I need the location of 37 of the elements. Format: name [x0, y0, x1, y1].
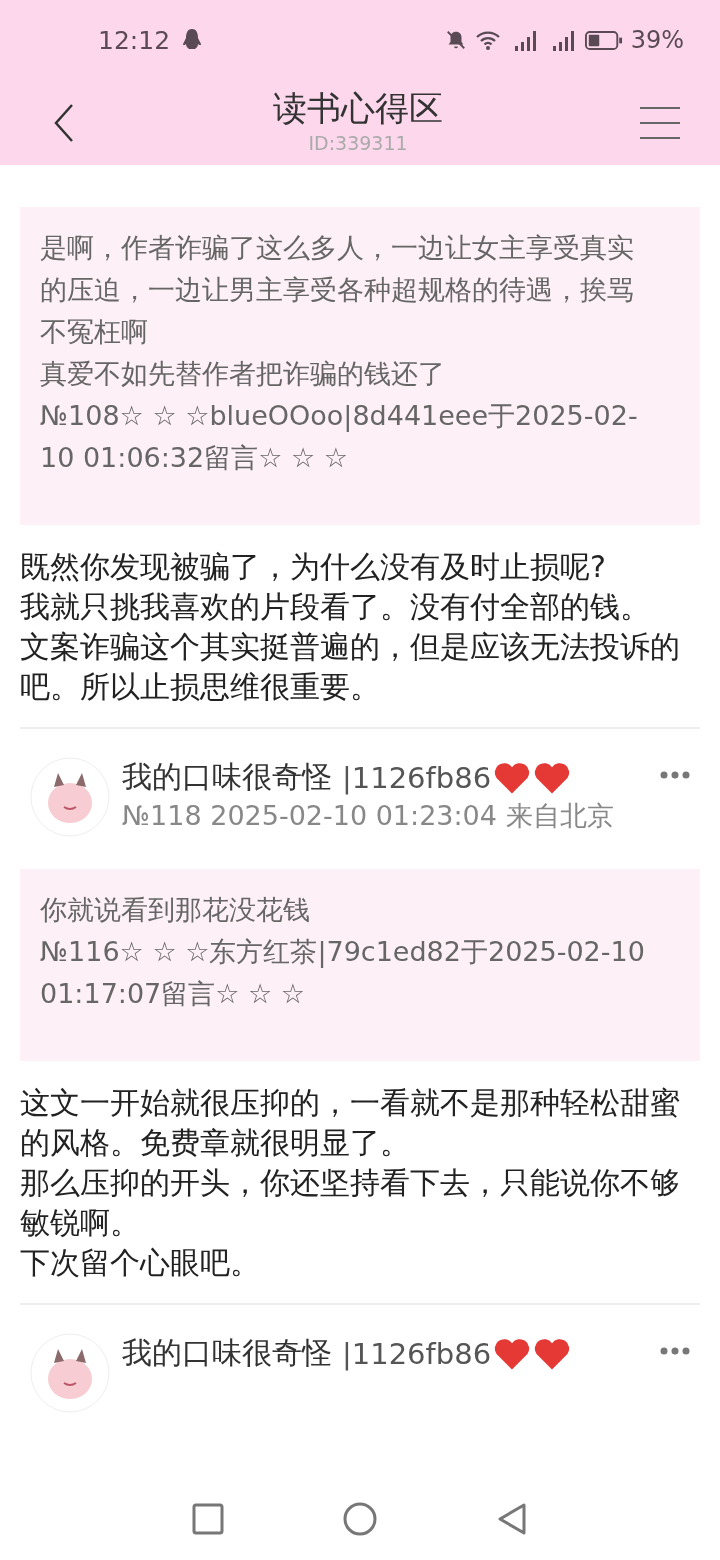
back-icon[interactable]: [52, 102, 76, 143]
comment-text: 那么压抑的开头，你还坚持看下去，只能说你不够敏锐啊。: [20, 1164, 681, 1242]
quote-meta: №108☆ ☆ ☆blueOOoo|8d441eee于2025-02-10 01:06:32留言☆ ☆ ☆: [40, 399, 639, 475]
mute-icon: [444, 29, 467, 51]
forum-id: ID:339311: [308, 131, 408, 154]
heart-icon: [493, 1336, 532, 1371]
comment-text: 既然你发现被骗了，为什么没有及时止损呢?: [20, 548, 607, 586]
comment-text: 我就只挑我喜欢的片段看了。没有付全部的钱。: [20, 588, 651, 626]
author-name[interactable]: 我的口味很奇怪: [122, 757, 332, 798]
heart-icon: [533, 1336, 572, 1371]
quote-meta: №116☆ ☆ ☆东方红茶|79c1ed82于2025-02-10 01:17:07留言☆ ☆ ☆: [40, 935, 646, 1011]
wifi-icon: [474, 29, 501, 51]
more-icon[interactable]: [660, 771, 690, 779]
battery-percent: 39%: [630, 26, 684, 54]
comment-text: 下次留个心眼吧。: [20, 1244, 261, 1282]
comment-text: 这文一开始就很压抑的，一看就不是那种轻松甜蜜的风格。免费章就很明显了。: [20, 1084, 681, 1162]
penguin-icon: [182, 28, 203, 52]
author-name[interactable]: 我的口味很奇怪: [122, 1333, 332, 1374]
post-meta: №118 2025-02-10 01:23:04 来自北京: [122, 799, 615, 833]
quoted-text: 你就说看到那花没花钱: [40, 893, 311, 927]
quoted-text: 真爱不如先替作者把诈骗的钱还了: [40, 357, 446, 391]
battery-icon: [584, 29, 623, 51]
heart-icon: [493, 760, 532, 795]
quoted-text: 是啊，作者诈骗了这么多人，一边让女主享受真实的压迫，一边让男主享受各种超规格的待遇，挨骂不冤枉啊: [40, 231, 635, 349]
recent-apps-icon[interactable]: [192, 1503, 224, 1535]
avatar-icon[interactable]: [30, 1333, 110, 1413]
menu-icon[interactable]: [640, 105, 680, 140]
avatar-icon[interactable]: [30, 757, 110, 837]
status-time: 12:12: [98, 25, 171, 55]
user-tag: |1126fb86: [342, 760, 492, 795]
comment-text: 文案诈骗这个其实挺普遍的，但是应该无法投诉的吧。所以止损思维很重要。: [20, 628, 681, 706]
user-tag: |1126fb86: [342, 1336, 492, 1371]
more-icon[interactable]: [660, 1347, 690, 1355]
heart-icon: [533, 760, 572, 795]
back-nav-icon[interactable]: [496, 1502, 528, 1536]
page-title: 读书心得区: [273, 86, 443, 130]
home-icon[interactable]: [342, 1501, 378, 1537]
